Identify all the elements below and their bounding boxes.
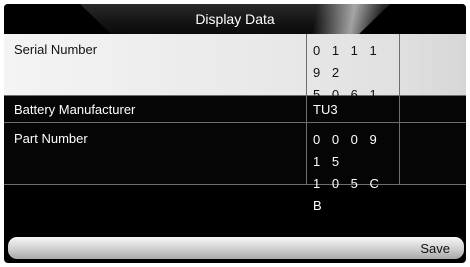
display-data-screen: Display Data Serial Number 0 1 1 1 9 2 5… (4, 4, 466, 263)
row-value-line: 0 0 0 9 1 5 (313, 132, 381, 169)
row-value-line: 0 1 1 1 9 2 (313, 43, 381, 80)
row-name: Serial Number (14, 42, 98, 57)
row-value-line: 1 0 5 C B (313, 176, 383, 213)
bottom-toolbar: Save (8, 237, 464, 259)
table-row-part-number[interactable]: Part Number 0 0 0 9 1 5 1 0 5 C B (4, 123, 466, 213)
row-empty-cell (399, 123, 466, 184)
row-name: Part Number (14, 131, 88, 146)
row-value-line: TU3 (313, 102, 338, 117)
table-row-battery-manufacturer[interactable]: Battery Manufacturer TU3 (4, 96, 466, 123)
row-empty-cell (399, 34, 466, 95)
row-value: 0 1 1 1 9 2 5 0 6 1 (306, 34, 399, 102)
table-row-serial-number[interactable]: Serial Number 0 1 1 1 9 2 5 0 6 1 (4, 34, 466, 102)
page-title: Display Data (195, 11, 275, 27)
row-empty-cell (399, 96, 466, 122)
row-name: Battery Manufacturer (14, 102, 136, 117)
row-value: 0 0 0 9 1 5 1 0 5 C B (306, 123, 399, 213)
save-button[interactable]: Save (420, 237, 450, 259)
row-value: TU3 (306, 96, 399, 122)
data-table: Serial Number 0 1 1 1 9 2 5 0 6 1 Batter… (4, 34, 466, 213)
title-bar: Display Data (4, 4, 466, 34)
